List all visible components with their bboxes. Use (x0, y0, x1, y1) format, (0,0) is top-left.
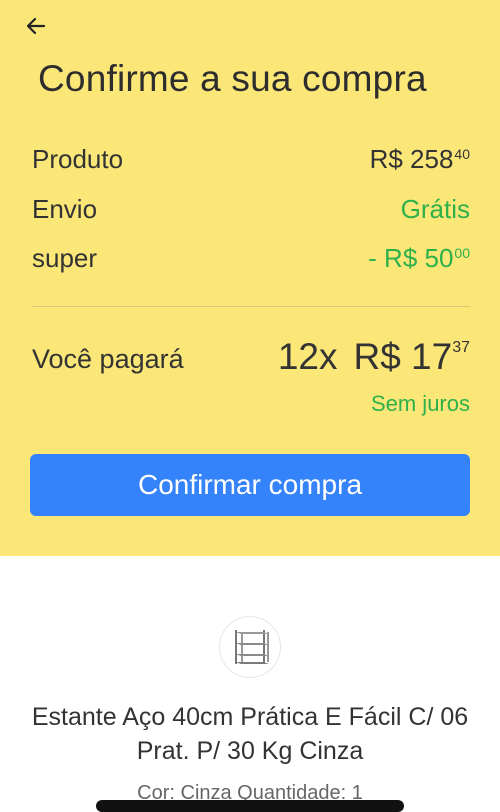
confirm-purchase-button[interactable]: Confirmar compra (30, 454, 470, 516)
summary-label: Envio (32, 194, 98, 224)
summary-value: R$ 25840 (369, 144, 470, 174)
summary-label: Produto (32, 144, 124, 174)
payment-label: Você pagará (32, 344, 184, 374)
summary-value: Grátis (400, 194, 470, 224)
summary-value: - R$ 5000 (368, 243, 470, 273)
product-thumbnail[interactable] (219, 616, 281, 678)
confirmation-panel: Confirme a sua compra Produto R$ 25840 E… (0, 0, 500, 556)
summary-row-shipping: Envio Grátis (32, 194, 470, 228)
divider (32, 306, 470, 307)
arrow-left-icon (26, 17, 46, 35)
summary-row-product: Produto R$ 25840 (32, 144, 470, 178)
back-button[interactable] (22, 12, 50, 40)
page-title: Confirme a sua compra (38, 58, 427, 99)
installments: 12x (277, 336, 338, 377)
payment-amount: 12x R$ 1737 (277, 336, 470, 377)
summary-label: super (32, 243, 98, 273)
product-name: Estante Aço 40cm Prática E Fácil C/ 06 P… (31, 703, 469, 765)
shelf-icon (235, 630, 269, 664)
interest-note: Sem juros (370, 391, 470, 416)
summary-row-discount: super - R$ 5000 (32, 243, 470, 277)
home-indicator (96, 800, 404, 812)
